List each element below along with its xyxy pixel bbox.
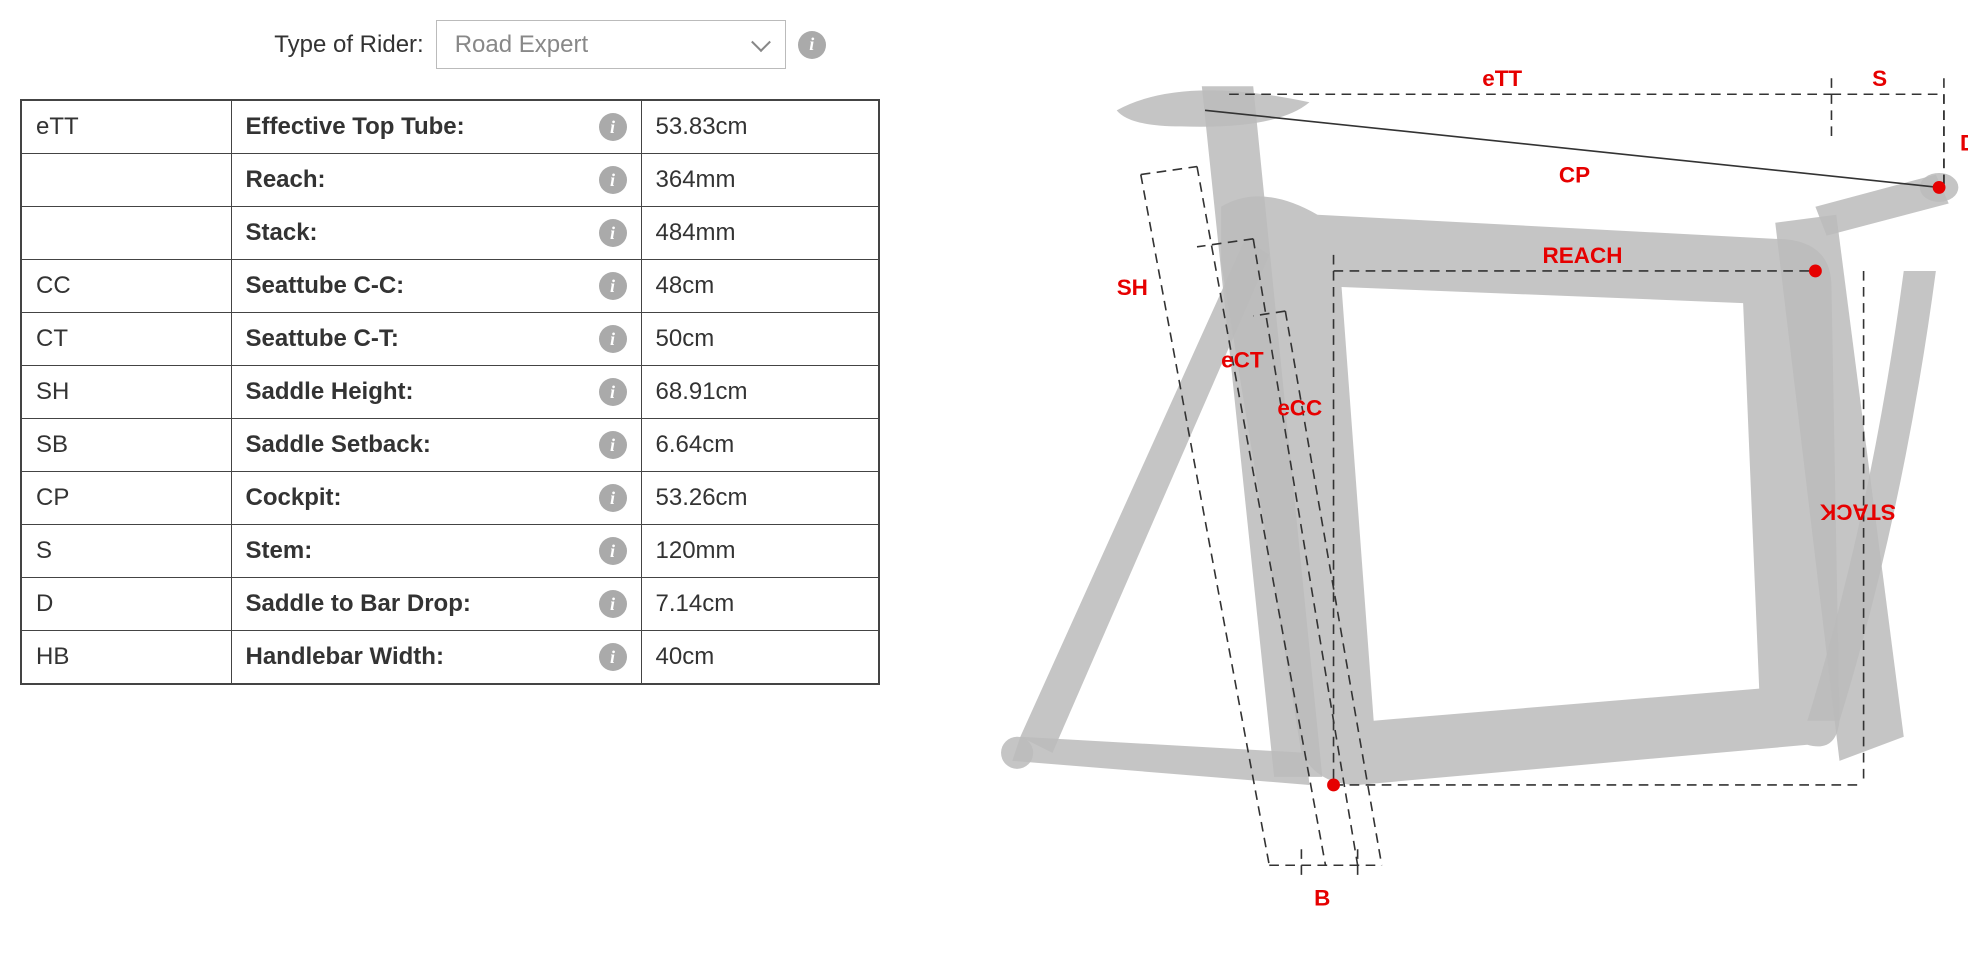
table-row: HB Handlebar Width: i 40cm xyxy=(21,631,879,685)
table-row: CC Seattube C-C: i 48cm xyxy=(21,260,879,313)
row-value: 484mm xyxy=(641,207,879,260)
diagram-label-b: B xyxy=(1314,885,1330,910)
row-label: Saddle to Bar Drop: xyxy=(246,590,471,617)
table-row: Reach: i 364mm xyxy=(21,154,879,207)
info-icon[interactable]: i xyxy=(599,484,627,512)
row-abbr xyxy=(21,207,231,260)
info-icon[interactable]: i xyxy=(599,325,627,353)
row-label-cell: Stem: i xyxy=(231,525,641,578)
diagram-label-stack: STACK xyxy=(1819,499,1895,524)
row-value: 40cm xyxy=(641,631,879,685)
row-label-cell: Saddle to Bar Drop: i xyxy=(231,578,641,631)
diagram-label-d: D xyxy=(1960,130,1968,155)
row-label-cell: Saddle Setback: i xyxy=(231,419,641,472)
row-label: Stem: xyxy=(246,537,313,564)
info-icon[interactable]: i xyxy=(599,113,627,141)
diagram-label-ect: eCT xyxy=(1221,347,1264,372)
row-abbr: SB xyxy=(21,419,231,472)
geometry-table: eTT Effective Top Tube: i 53.83cm Reach:… xyxy=(20,99,880,685)
diagram-label-cp: CP xyxy=(1559,163,1590,188)
rider-type-label: Type of Rider: xyxy=(274,31,423,59)
info-icon[interactable]: i xyxy=(599,590,627,618)
row-value: 7.14cm xyxy=(641,578,879,631)
row-abbr: SH xyxy=(21,366,231,419)
row-label-cell: Saddle Height: i xyxy=(231,366,641,419)
table-row: SH Saddle Height: i 68.91cm xyxy=(21,366,879,419)
row-value: 48cm xyxy=(641,260,879,313)
row-abbr: CC xyxy=(21,260,231,313)
info-icon[interactable]: i xyxy=(599,219,627,247)
info-icon[interactable]: i xyxy=(599,166,627,194)
row-label: Stack: xyxy=(246,219,318,246)
row-value: 6.64cm xyxy=(641,419,879,472)
row-label-cell: Seattube C-C: i xyxy=(231,260,641,313)
info-icon[interactable]: i xyxy=(599,643,627,671)
rider-type-select-wrap: Road Expert xyxy=(436,20,786,69)
geometry-diagram: eTT S D CP REACH STACK SH eCT eCC B xyxy=(940,20,1968,935)
row-value: 53.83cm xyxy=(641,100,879,154)
row-abbr: S xyxy=(21,525,231,578)
table-row: CT Seattube C-T: i 50cm xyxy=(21,313,879,366)
row-abbr: HB xyxy=(21,631,231,685)
row-label: Saddle Height: xyxy=(246,378,414,405)
info-icon[interactable]: i xyxy=(599,431,627,459)
row-label-cell: Seattube C-T: i xyxy=(231,313,641,366)
info-icon[interactable]: i xyxy=(798,31,826,59)
row-value: 50cm xyxy=(641,313,879,366)
row-label-cell: Cockpit: i xyxy=(231,472,641,525)
row-label-cell: Stack: i xyxy=(231,207,641,260)
row-label: Cockpit: xyxy=(246,484,342,511)
row-label: Reach: xyxy=(246,166,326,193)
table-row: D Saddle to Bar Drop: i 7.14cm xyxy=(21,578,879,631)
row-abbr: D xyxy=(21,578,231,631)
diagram-label-reach: REACH xyxy=(1543,243,1623,268)
row-label-cell: Reach: i xyxy=(231,154,641,207)
row-label: Handlebar Width: xyxy=(246,643,444,670)
row-abbr xyxy=(21,154,231,207)
row-value: 68.91cm xyxy=(641,366,879,419)
bike-frame-diagram-icon: eTT S D CP REACH STACK SH eCT eCC B xyxy=(940,30,1968,930)
diagram-label-ecc: eCC xyxy=(1277,396,1322,421)
row-abbr: CT xyxy=(21,313,231,366)
table-row: S Stem: i 120mm xyxy=(21,525,879,578)
table-row: eTT Effective Top Tube: i 53.83cm xyxy=(21,100,879,154)
row-label: Effective Top Tube: xyxy=(246,113,465,140)
row-value: 364mm xyxy=(641,154,879,207)
diagram-label-s: S xyxy=(1872,66,1887,91)
row-abbr: CP xyxy=(21,472,231,525)
diagram-label-sh: SH xyxy=(1117,275,1148,300)
row-label: Seattube C-T: xyxy=(246,325,399,352)
table-row: Stack: i 484mm xyxy=(21,207,879,260)
row-label-cell: Effective Top Tube: i xyxy=(231,100,641,154)
table-row: SB Saddle Setback: i 6.64cm xyxy=(21,419,879,472)
table-row: CP Cockpit: i 53.26cm xyxy=(21,472,879,525)
row-abbr: eTT xyxy=(21,100,231,154)
rider-type-select[interactable]: Road Expert xyxy=(436,20,786,69)
row-label: Saddle Setback: xyxy=(246,431,431,458)
row-value: 120mm xyxy=(641,525,879,578)
rider-type-row: Type of Rider: Road Expert i xyxy=(20,20,880,69)
row-label: Seattube C-C: xyxy=(246,272,405,299)
info-icon[interactable]: i xyxy=(599,272,627,300)
info-icon[interactable]: i xyxy=(599,537,627,565)
row-value: 53.26cm xyxy=(641,472,879,525)
info-icon[interactable]: i xyxy=(599,378,627,406)
diagram-label-ett: eTT xyxy=(1482,66,1522,91)
row-label-cell: Handlebar Width: i xyxy=(231,631,641,685)
